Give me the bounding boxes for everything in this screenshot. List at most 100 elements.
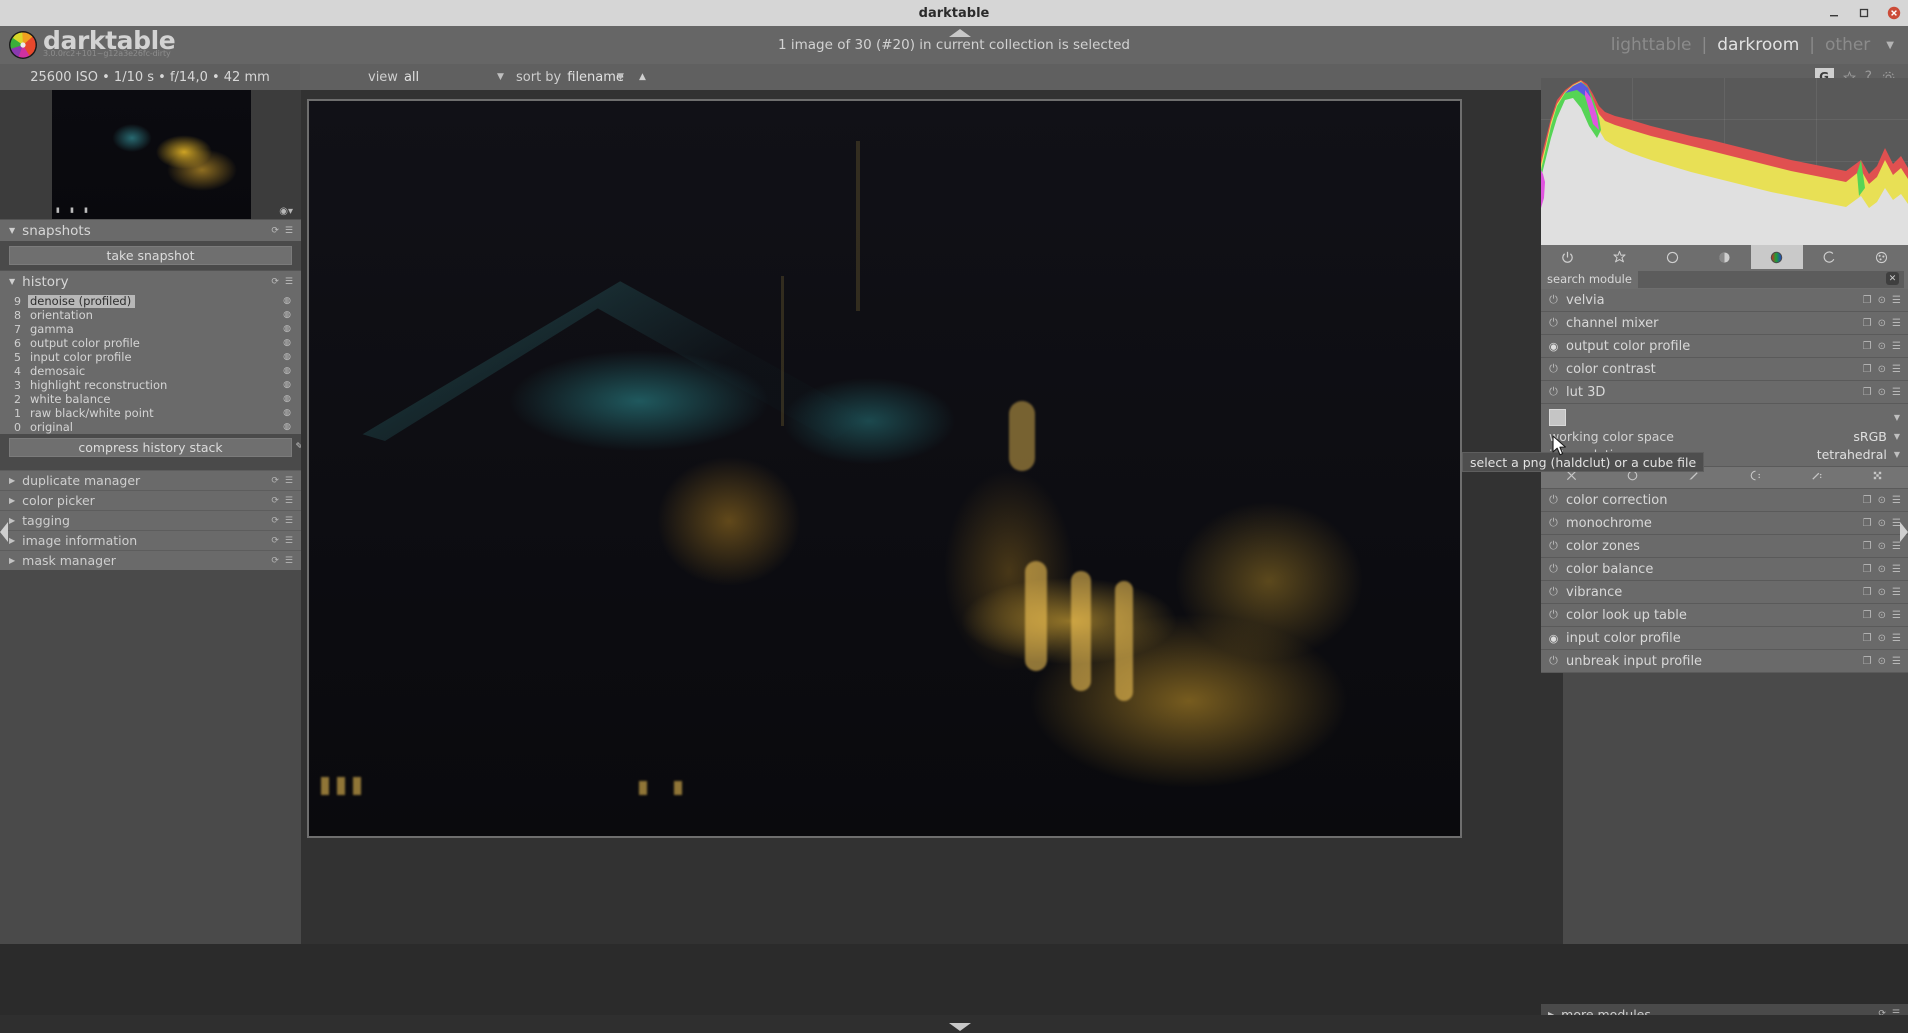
duplicate-manager-reset-icon[interactable]: ⟳ <box>271 476 279 486</box>
collapse-top-panel-arrow[interactable] <box>949 26 971 41</box>
history-item[interactable]: 2 white balance ◍ <box>0 392 301 406</box>
lut-3d-colorspace-row[interactable]: working color space sRGB ▼ <box>1549 427 1900 445</box>
color-look-up-table-power-icon[interactable]: ⏻ <box>1548 608 1559 622</box>
lut-3d-presets-icon[interactable]: ☰ <box>1892 387 1901 398</box>
mask-manager-chevron-right-icon[interactable]: ▶ <box>9 556 15 565</box>
history-item[interactable]: 0 original ◍ <box>0 420 301 434</box>
lut-3d-file-chevron-down-icon[interactable]: ▼ <box>1894 413 1900 422</box>
input-color-profile-reset-icon[interactable]: ⊙ <box>1878 633 1886 644</box>
history-item[interactable]: 3 highlight reconstruction ◍ <box>0 378 301 392</box>
color-balance-power-icon[interactable]: ⏻ <box>1548 562 1559 576</box>
module-row-output-color-profile[interactable]: ◉ output color profile ❐ ⊙ ☰ <box>1541 335 1908 358</box>
output-color-profile-multi-instance-icon[interactable]: ❐ <box>1863 341 1872 352</box>
color-balance-presets-icon[interactable]: ☰ <box>1892 564 1901 575</box>
color-look-up-table-multi-instance-icon[interactable]: ❐ <box>1863 610 1872 621</box>
module-row-color-balance[interactable]: ⏻ color balance ❐ ⊙ ☰ <box>1541 558 1908 581</box>
sort-by-chevron-down-icon[interactable]: ▼ <box>617 64 624 90</box>
sidebar-item-duplicate-manager[interactable]: ▶ duplicate manager ⟳ ☰ <box>0 470 301 490</box>
channel-mixer-multi-instance-icon[interactable]: ❐ <box>1863 318 1872 329</box>
module-row-color-look-up-table[interactable]: ⏻ color look up table ❐ ⊙ ☰ <box>1541 604 1908 627</box>
input-color-profile-presets-icon[interactable]: ☰ <box>1892 633 1901 644</box>
lut-3d-interpolation-chevron-down-icon[interactable]: ▼ <box>1894 450 1900 459</box>
view-darkroom[interactable]: darkroom <box>1717 35 1799 55</box>
image-information-chevron-right-icon[interactable]: ▶ <box>9 536 15 545</box>
mask-manager-presets-icon[interactable]: ☰ <box>285 556 293 566</box>
view-other[interactable]: other <box>1825 35 1870 55</box>
maximize-icon[interactable] <box>1856 5 1872 21</box>
history-item-toggle-icon[interactable]: ◍ <box>283 408 291 418</box>
color-look-up-table-presets-icon[interactable]: ☰ <box>1892 610 1901 621</box>
view-filter-value[interactable]: all <box>404 70 419 85</box>
color-contrast-multi-instance-icon[interactable]: ❐ <box>1863 364 1872 375</box>
lut-3d-colorspace-chevron-down-icon[interactable]: ▼ <box>1894 432 1900 441</box>
module-row-lut-3d[interactable]: ⏻ lut 3D ❐ ⊙ ☰ <box>1541 381 1908 404</box>
history-item-toggle-icon[interactable]: ◍ <box>283 422 291 432</box>
channel-mixer-presets-icon[interactable]: ☰ <box>1892 318 1901 329</box>
module-row-color-zones[interactable]: ⏻ color zones ❐ ⊙ ☰ <box>1541 535 1908 558</box>
velvia-reset-icon[interactable]: ⊙ <box>1878 295 1886 306</box>
color-contrast-presets-icon[interactable]: ☰ <box>1892 364 1901 375</box>
lut-3d-reset-icon[interactable]: ⊙ <box>1878 387 1886 398</box>
mask-manager-reset-icon[interactable]: ⟳ <box>271 556 279 566</box>
duplicate-manager-chevron-right-icon[interactable]: ▶ <box>9 476 15 485</box>
sidebar-item-image-information[interactable]: ▶ image information ⟳ ☰ <box>0 530 301 550</box>
active-modules-tab[interactable] <box>1541 245 1593 269</box>
monochrome-multi-instance-icon[interactable]: ❐ <box>1863 518 1872 529</box>
effects-group-tab[interactable] <box>1856 245 1908 269</box>
velvia-power-icon[interactable]: ⏻ <box>1548 293 1559 307</box>
color-balance-multi-instance-icon[interactable]: ❐ <box>1863 564 1872 575</box>
correction-group-tab[interactable] <box>1803 245 1855 269</box>
take-snapshot-button[interactable]: take snapshot <box>9 246 292 265</box>
mask-parametric-icon[interactable] <box>1749 469 1762 486</box>
mask-drawn-parametric-icon[interactable] <box>1810 469 1823 486</box>
color-correction-reset-icon[interactable]: ⊙ <box>1878 495 1886 506</box>
color-zones-power-icon[interactable]: ⏻ <box>1548 539 1559 553</box>
history-presets-icon[interactable]: ☰ <box>285 277 293 287</box>
color-picker-reset-icon[interactable]: ⟳ <box>271 496 279 506</box>
color-zones-reset-icon[interactable]: ⊙ <box>1878 541 1886 552</box>
search-module-input[interactable] <box>1637 270 1904 288</box>
navigation-thumbnail[interactable]: ▮ ▮ ▮ ◉▾ <box>0 90 301 219</box>
history-item[interactable]: 7 gamma ◍ <box>0 322 301 336</box>
image-information-presets-icon[interactable]: ☰ <box>285 536 293 546</box>
channel-mixer-power-icon[interactable]: ⏻ <box>1548 316 1559 330</box>
vibrance-presets-icon[interactable]: ☰ <box>1892 587 1901 598</box>
history-item-toggle-icon[interactable]: ◍ <box>283 352 291 362</box>
view-lighttable[interactable]: lighttable <box>1611 35 1692 55</box>
favorite-modules-tab[interactable] <box>1593 245 1645 269</box>
color-contrast-reset-icon[interactable]: ⊙ <box>1878 364 1886 375</box>
image-canvas[interactable] <box>307 99 1462 838</box>
history-chevron-down-icon[interactable]: ▼ <box>9 277 15 286</box>
tone-group-tab[interactable] <box>1698 245 1750 269</box>
history-header[interactable]: ▼ history ⟳ ☰ <box>0 271 301 292</box>
history-item[interactable]: 1 raw black/white point ◍ <box>0 406 301 420</box>
input-color-profile-multi-instance-icon[interactable]: ❐ <box>1863 633 1872 644</box>
basic-group-tab[interactable] <box>1646 245 1698 269</box>
output-color-profile-presets-icon[interactable]: ☰ <box>1892 341 1901 352</box>
tagging-presets-icon[interactable]: ☰ <box>285 516 293 526</box>
sidebar-item-tagging[interactable]: ▶ tagging ⟳ ☰ <box>0 510 301 530</box>
monochrome-reset-icon[interactable]: ⊙ <box>1878 518 1886 529</box>
minimize-icon[interactable] <box>1826 5 1842 21</box>
color-group-tab[interactable] <box>1750 245 1804 269</box>
history-reset-icon[interactable]: ⟳ <box>271 277 279 287</box>
color-look-up-table-reset-icon[interactable]: ⊙ <box>1878 610 1886 621</box>
color-correction-power-icon[interactable]: ⏻ <box>1548 493 1559 507</box>
module-row-channel-mixer[interactable]: ⏻ channel mixer ❐ ⊙ ☰ <box>1541 312 1908 335</box>
collapse-bottom-panel-arrow[interactable] <box>949 1020 971 1033</box>
vibrance-power-icon[interactable]: ⏻ <box>1548 585 1559 599</box>
mask-raster-icon[interactable] <box>1871 469 1884 486</box>
history-item[interactable]: 9 denoise (profiled) ◍ <box>0 294 301 308</box>
history-item-toggle-icon[interactable]: ◍ <box>283 380 291 390</box>
unbreak-input-profile-presets-icon[interactable]: ☰ <box>1892 656 1901 667</box>
color-contrast-power-icon[interactable]: ⏻ <box>1548 362 1559 376</box>
history-item-toggle-icon[interactable]: ◍ <box>283 338 291 348</box>
module-row-velvia[interactable]: ⏻ velvia ❐ ⊙ ☰ <box>1541 289 1908 312</box>
input-color-profile-power-icon[interactable]: ◉ <box>1548 632 1559 645</box>
channel-mixer-reset-icon[interactable]: ⊙ <box>1878 318 1886 329</box>
color-picker-chevron-right-icon[interactable]: ▶ <box>9 496 15 505</box>
velvia-multi-instance-icon[interactable]: ❐ <box>1863 295 1872 306</box>
tagging-chevron-right-icon[interactable]: ▶ <box>9 516 15 525</box>
compress-history-stack-button[interactable]: compress history stack ✎ <box>9 438 303 457</box>
velvia-presets-icon[interactable]: ☰ <box>1892 295 1901 306</box>
